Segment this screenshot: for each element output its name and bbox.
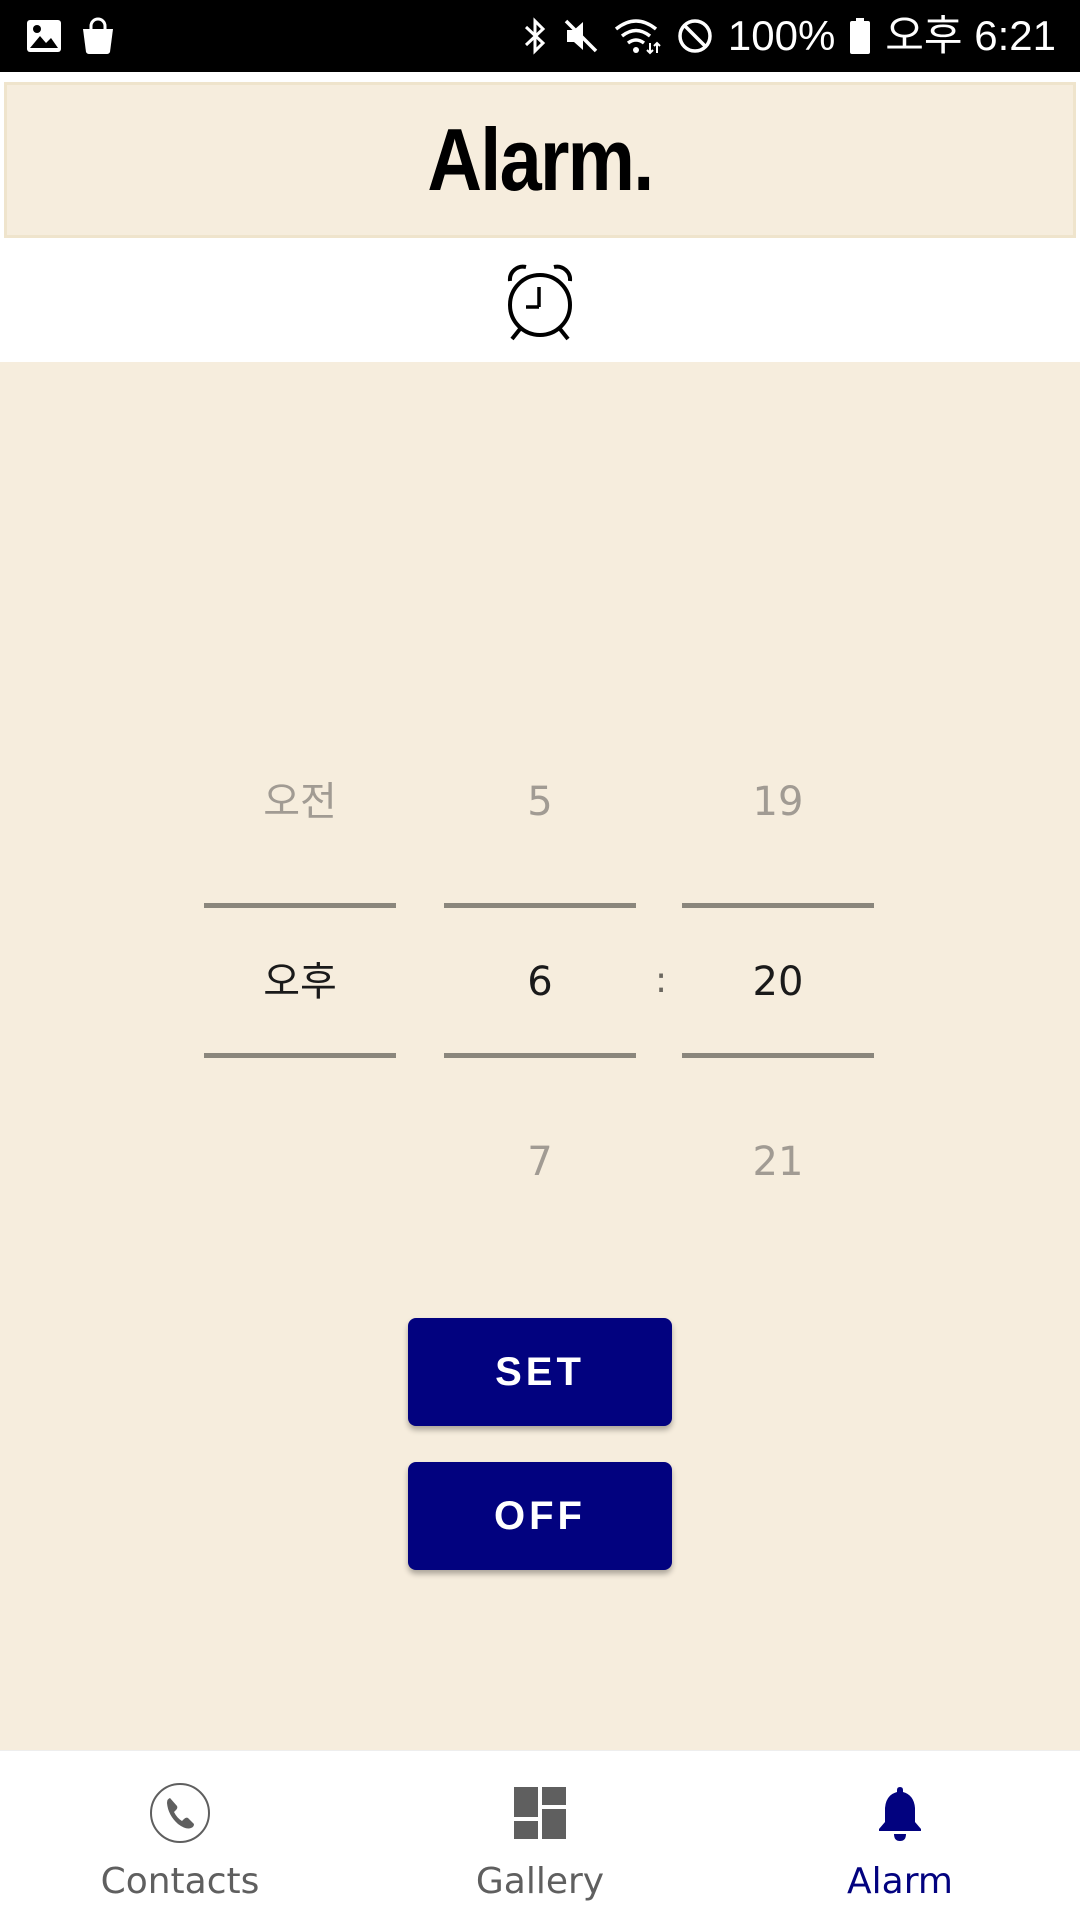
nav-label-gallery: Gallery bbox=[475, 1861, 605, 1902]
picker-divider-bottom bbox=[204, 1053, 396, 1058]
clock-strip bbox=[0, 244, 1080, 362]
dashboard-icon bbox=[508, 1781, 572, 1849]
picker-divider-top bbox=[444, 903, 636, 908]
mute-icon bbox=[562, 17, 600, 55]
picker-divider-bottom bbox=[682, 1053, 874, 1058]
hour-prev[interactable]: 5 bbox=[444, 782, 636, 822]
set-button[interactable]: SET bbox=[408, 1318, 672, 1426]
status-right: 100% 오후 6:21 bbox=[522, 15, 1056, 57]
minute-prev[interactable]: 19 bbox=[682, 782, 874, 822]
picker-divider-bottom bbox=[444, 1053, 636, 1058]
hour-next[interactable]: 7 bbox=[444, 1142, 636, 1182]
status-left bbox=[26, 17, 116, 55]
off-button[interactable]: OFF bbox=[408, 1462, 672, 1570]
wifi-icon bbox=[614, 17, 662, 55]
nav-item-contacts[interactable]: Contacts bbox=[0, 1751, 360, 1920]
do-not-disturb-icon bbox=[676, 17, 714, 55]
battery-icon bbox=[849, 17, 871, 55]
minute-selected[interactable]: 20 bbox=[682, 962, 874, 1002]
bluetooth-icon bbox=[522, 17, 548, 55]
gallery-icon bbox=[26, 19, 62, 53]
bottom-nav: Contacts Gallery Alarm bbox=[0, 1750, 1080, 1920]
ampm-selected[interactable]: 오후 bbox=[204, 962, 396, 1002]
shopping-bag-icon bbox=[80, 17, 116, 55]
app-header: Alarm. bbox=[4, 82, 1076, 238]
battery-percent: 100% bbox=[727, 12, 836, 59]
ampm-prev[interactable]: 오전 bbox=[204, 782, 396, 822]
nav-item-gallery[interactable]: Gallery bbox=[360, 1751, 720, 1920]
hour-selected[interactable]: 6 bbox=[444, 962, 636, 1002]
picker-divider-top bbox=[204, 903, 396, 908]
nav-label-alarm: Alarm bbox=[847, 1861, 953, 1902]
page-title: Alarm. bbox=[427, 110, 654, 209]
nav-item-alarm[interactable]: Alarm bbox=[720, 1751, 1080, 1920]
bell-icon bbox=[868, 1781, 932, 1849]
ampm-picker[interactable]: 오전 오후 bbox=[204, 362, 396, 1262]
minute-next[interactable]: 21 bbox=[682, 1142, 874, 1182]
alarm-clock-icon bbox=[498, 259, 582, 347]
minute-picker[interactable]: 19 20 21 bbox=[682, 362, 874, 1262]
phone-icon bbox=[148, 1781, 212, 1849]
nav-label-contacts: Contacts bbox=[100, 1861, 260, 1902]
status-time: 오후 6:21 bbox=[885, 12, 1056, 59]
hour-picker[interactable]: 5 6 7 bbox=[444, 362, 636, 1262]
alarm-main: 오전 오후 5 6 7 : 19 20 21 SET OFF bbox=[0, 362, 1080, 1750]
time-separator: : bbox=[655, 960, 668, 1001]
status-bar: 100% 오후 6:21 bbox=[0, 0, 1080, 72]
picker-divider-top bbox=[682, 903, 874, 908]
